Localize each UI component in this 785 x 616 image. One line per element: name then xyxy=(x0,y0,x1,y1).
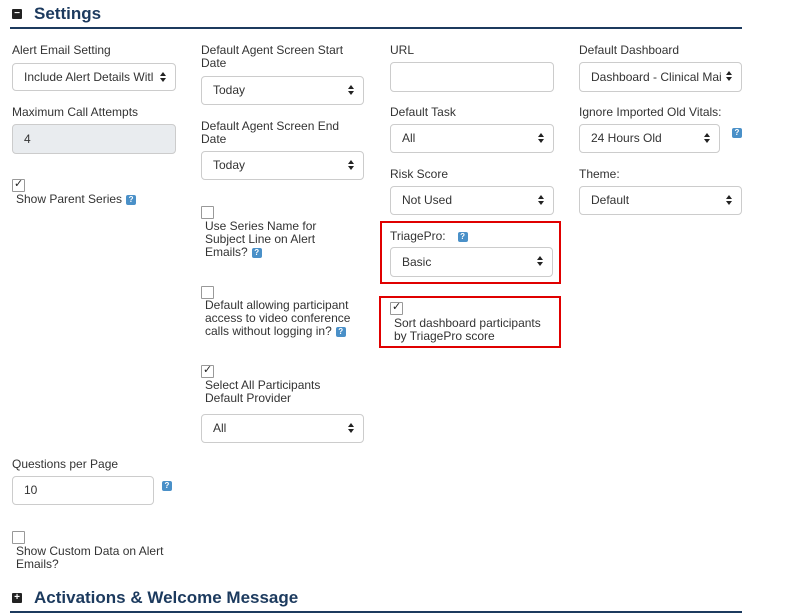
sort-dashboard-label: Sort dashboard participants by TriagePro… xyxy=(394,316,541,343)
select-arrows-icon xyxy=(160,72,166,83)
select-arrows-icon xyxy=(538,195,544,206)
start-date-select[interactable]: Today xyxy=(201,76,364,105)
default-provider-select[interactable]: All xyxy=(201,414,364,443)
questions-per-page-label: Questions per Page xyxy=(12,457,119,471)
max-call-value: 4 xyxy=(24,132,31,146)
show-custom-data-label: Show Custom Data on Alert Emails? xyxy=(16,544,164,571)
select-all-checkbox[interactable] xyxy=(201,363,214,378)
select-arrows-icon xyxy=(538,133,544,144)
help-icon[interactable]: ? xyxy=(335,326,346,337)
video-access-row: Default allowing participant access to v… xyxy=(205,299,365,338)
series-name-row: Use Series Name for Subject Line on Aler… xyxy=(205,220,355,259)
help-icon[interactable]: ? xyxy=(457,231,468,242)
end-date-value: Today xyxy=(213,158,246,172)
url-label: URL xyxy=(390,43,415,57)
questions-per-page-input[interactable]: 10 xyxy=(12,476,154,505)
activations-divider xyxy=(10,611,742,613)
sort-dashboard-checkbox[interactable] xyxy=(390,300,403,315)
default-task-select[interactable]: All xyxy=(390,124,554,153)
triagepro-value: Basic xyxy=(402,255,432,269)
collapse-icon[interactable]: − xyxy=(12,9,22,19)
risk-score-label: Risk Score xyxy=(390,167,449,181)
select-arrows-icon xyxy=(726,195,732,206)
theme-label: Theme: xyxy=(579,167,620,181)
default-dashboard-select[interactable]: Dashboard - Clinical Mai xyxy=(579,62,742,92)
select-all-label: Select All Participants Default Provider xyxy=(205,378,321,405)
end-date-label: Default Agent Screen End Date xyxy=(201,119,340,146)
risk-score-select[interactable]: Not Used xyxy=(390,186,554,215)
select-arrows-icon xyxy=(348,160,354,171)
default-task-value: All xyxy=(402,131,416,145)
theme-value: Default xyxy=(591,193,630,207)
help-icon[interactable]: ? xyxy=(126,194,137,205)
questions-per-page-value: 10 xyxy=(24,483,38,497)
triagepro-row: TriagePro:? xyxy=(390,230,468,243)
select-arrows-icon xyxy=(704,133,710,144)
risk-score-value: Not Used xyxy=(402,193,453,207)
theme-select[interactable]: Default xyxy=(579,186,742,215)
start-date-value: Today xyxy=(213,83,246,97)
select-arrows-icon xyxy=(348,423,354,434)
triagepro-label: TriagePro: xyxy=(390,229,446,243)
show-parent-series-row: Show Parent Series? xyxy=(16,192,137,206)
series-name-checkbox[interactable] xyxy=(201,206,214,219)
show-parent-series-label: Show Parent Series xyxy=(16,192,123,206)
expand-icon[interactable]: + xyxy=(12,593,22,603)
default-dashboard-value: Dashboard - Clinical Mai xyxy=(591,70,722,84)
alert-email-value: Include Alert Details Witl xyxy=(24,70,154,84)
select-arrows-icon xyxy=(537,256,543,267)
url-input[interactable] xyxy=(390,62,554,92)
help-icon[interactable]: ? xyxy=(251,247,262,258)
settings-divider xyxy=(10,27,742,29)
select-arrows-icon xyxy=(348,85,354,96)
video-access-label: Default allowing participant access to v… xyxy=(205,298,351,338)
activations-title[interactable]: Activations & Welcome Message xyxy=(34,588,298,608)
default-dashboard-label: Default Dashboard xyxy=(579,43,680,57)
select-arrows-icon xyxy=(726,71,732,82)
start-date-label: Default Agent Screen Start Date xyxy=(201,43,344,70)
ignore-vitals-label: Ignore Imported Old Vitals: xyxy=(579,105,722,119)
max-call-label: Maximum Call Attempts xyxy=(12,105,139,119)
end-date-select[interactable]: Today xyxy=(201,151,364,180)
ignore-vitals-select[interactable]: 24 Hours Old xyxy=(579,124,720,153)
alert-email-select[interactable]: Include Alert Details Witl xyxy=(12,63,176,91)
triagepro-select[interactable]: Basic xyxy=(390,247,553,277)
ignore-vitals-value: 24 Hours Old xyxy=(591,131,662,145)
max-call-input[interactable]: 4 xyxy=(12,124,176,154)
show-parent-series-checkbox[interactable] xyxy=(12,177,25,192)
alert-email-label: Alert Email Setting xyxy=(12,43,111,57)
help-icon[interactable]: ? xyxy=(162,481,172,491)
default-provider-value: All xyxy=(213,421,227,435)
settings-title: Settings xyxy=(34,4,102,23)
help-icon[interactable]: ? xyxy=(732,128,742,138)
default-task-label: Default Task xyxy=(390,105,456,119)
show-custom-data-checkbox[interactable] xyxy=(12,531,25,544)
